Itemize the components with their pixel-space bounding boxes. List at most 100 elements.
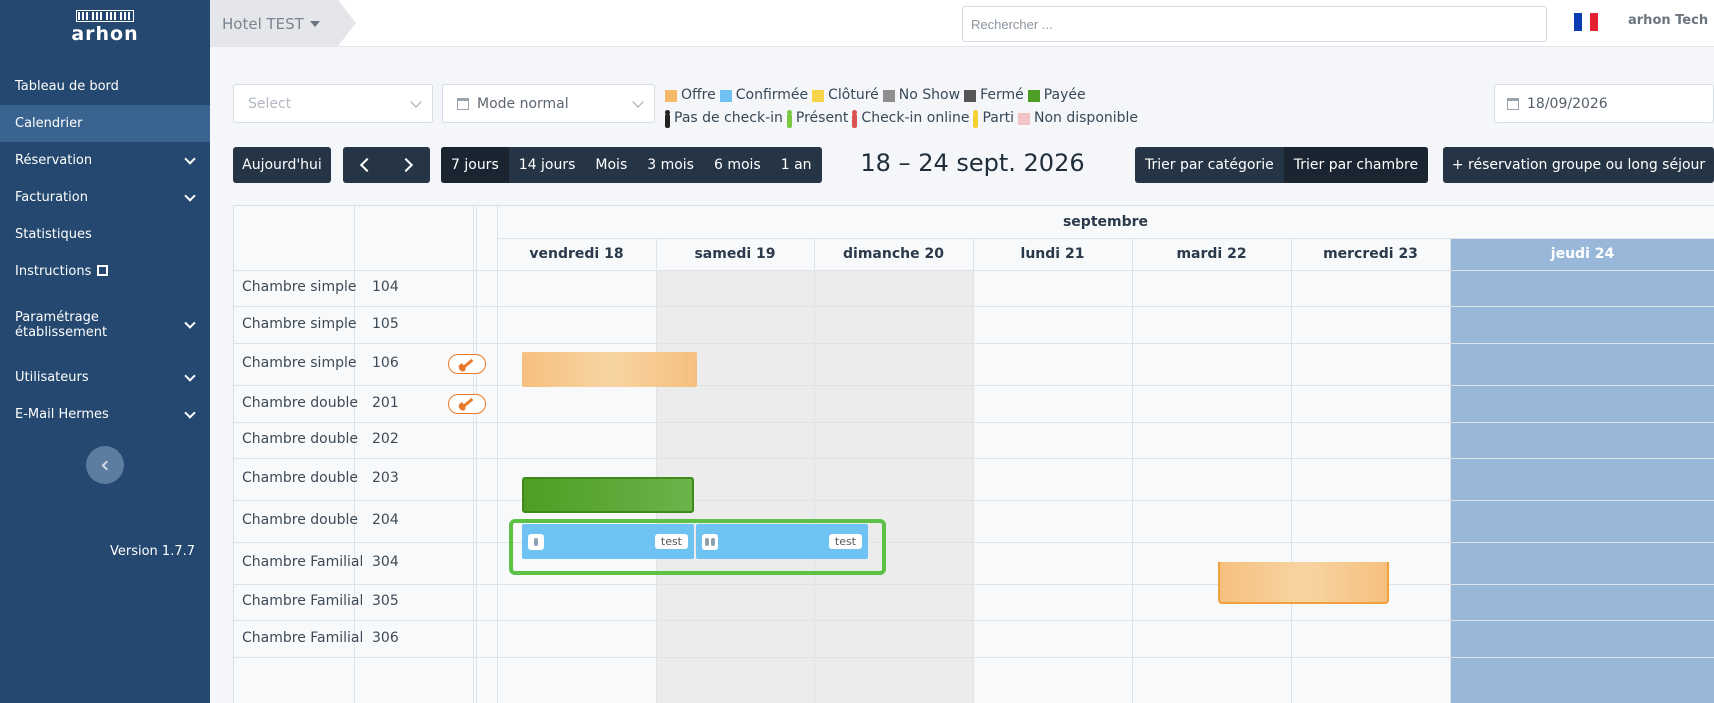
room-number[interactable]: 105 [372, 316, 399, 332]
legend-swatch [719, 89, 732, 102]
sidebar-item-settings[interactable]: Paramétrage établissement [0, 306, 210, 343]
sidebar-item-billing[interactable]: Facturation [0, 179, 210, 216]
legend-item: Payée [1027, 84, 1086, 107]
caret-down-icon [309, 20, 320, 27]
day-header[interactable]: vendredi 18 [497, 238, 656, 270]
logo-text: arhon [71, 22, 139, 45]
person-icon [973, 109, 979, 128]
day-header[interactable]: samedi 19 [656, 238, 814, 270]
legend-swatch [882, 89, 895, 102]
view-3-months[interactable]: 3 mois [637, 147, 704, 183]
search-input[interactable] [962, 6, 1547, 42]
broom-icon [460, 397, 474, 410]
room-category[interactable]: Chambre simple [242, 279, 362, 295]
prev-button[interactable] [343, 147, 386, 183]
logo[interactable]: arhon [0, 0, 210, 48]
room-category[interactable]: Chambre double [242, 395, 362, 411]
legend-item: Clôturé [812, 84, 879, 107]
cleaning-icon[interactable] [448, 393, 486, 414]
chevron-down-icon [632, 96, 644, 108]
booking-offer[interactable] [522, 352, 697, 387]
room-number[interactable]: 203 [372, 470, 399, 486]
day-header[interactable]: dimanche 20 [814, 238, 973, 270]
booking-tag: test [654, 534, 688, 549]
next-button[interactable] [386, 147, 430, 183]
legend-label: Non disponible [1034, 110, 1139, 126]
today-column [1450, 270, 1714, 703]
legend-label: Payée [1043, 87, 1086, 103]
grid-line [234, 385, 1714, 386]
sidebar-item-statistics[interactable]: Statistiques [0, 216, 210, 253]
chevron-left-icon [101, 460, 112, 470]
topbar: Hotel TEST arhon Tech [210, 0, 1714, 47]
room-number[interactable]: 305 [372, 593, 399, 609]
day-header[interactable]: jeudi 24 [1450, 238, 1714, 270]
room-number[interactable]: 104 [372, 279, 399, 295]
legend-swatch [1018, 112, 1030, 125]
booking-offer[interactable] [1218, 562, 1389, 604]
booking-confirmed[interactable]: test [696, 524, 868, 559]
chevron-left-icon [359, 157, 374, 173]
day-header[interactable]: lundi 21 [973, 238, 1132, 270]
mode-dropdown[interactable]: Mode normal [442, 84, 655, 123]
hotel-selector[interactable]: Hotel TEST [210, 0, 356, 47]
view-7-days[interactable]: 7 jours [441, 147, 509, 183]
date-range-title: 18 – 24 sept. 2026 [860, 149, 1085, 177]
sidebar: arhon Tableau de bord Calendrier Réserva… [0, 0, 210, 703]
room-category[interactable]: Chambre double [242, 470, 362, 486]
sidebar-item-calendar[interactable]: Calendrier [0, 105, 210, 142]
room-number[interactable]: 106 [372, 355, 399, 371]
select-dropdown[interactable]: Select [233, 84, 433, 123]
broom-icon [460, 358, 474, 370]
collapse-sidebar-button[interactable] [86, 446, 124, 484]
booking-confirmed[interactable]: test [522, 524, 694, 559]
legend-checkin-row: Pas de check-in Présent Check-in online Par… [665, 107, 1142, 130]
legend-swatch [812, 89, 825, 102]
room-category[interactable]: Chambre simple [242, 316, 362, 332]
sidebar-item-dashboard[interactable]: Tableau de bord [0, 68, 210, 105]
legend-item: No Show [882, 84, 960, 107]
grid-line [234, 422, 1714, 423]
room-category[interactable]: Chambre Familiale [242, 630, 362, 646]
room-category[interactable]: Chambre Familiale [242, 593, 362, 609]
day-header[interactable]: mercredi 23 [1291, 238, 1450, 270]
group-booking-button[interactable]: + réservation groupe ou long séjour [1443, 147, 1714, 183]
room-category[interactable]: Chambre double [242, 512, 362, 528]
room-number[interactable]: 304 [372, 554, 399, 570]
view-6-months[interactable]: 6 mois [704, 147, 771, 183]
room-category[interactable]: Chambre Familiale [242, 554, 362, 570]
sidebar-item-instructions[interactable]: Instructions [0, 253, 210, 290]
grid-line [497, 238, 1714, 239]
sort-switcher: Trier par catégorie Trier par chambre [1135, 147, 1429, 183]
room-number[interactable]: 306 [372, 630, 399, 646]
person-icon [702, 533, 718, 550]
room-category[interactable]: Chambre double [242, 431, 362, 447]
booking-paid[interactable] [522, 477, 694, 513]
chevron-down-icon [184, 369, 196, 382]
view-1-year[interactable]: 1 an [771, 147, 822, 183]
legend-label: Parti [982, 110, 1014, 126]
legend-item: Confirmée [719, 84, 808, 107]
date-picker[interactable]: 18/09/2026 [1494, 84, 1714, 123]
sidebar-item-email[interactable]: E-Mail Hermes [0, 396, 210, 433]
today-button[interactable]: Aujourd'hui [233, 147, 331, 183]
grid-line [814, 238, 815, 703]
sidebar-item-reservation[interactable]: Réservation [0, 142, 210, 179]
legend-label: Check-in online [861, 110, 970, 126]
sort-by-category-button[interactable]: Trier par catégorie [1135, 147, 1284, 183]
view-14-days[interactable]: 14 jours [509, 147, 586, 183]
day-header[interactable]: mardi 22 [1132, 238, 1291, 270]
legend-status-row: Offre Confirmée Clôturé No Show Fermé Payée [665, 84, 1142, 107]
room-number[interactable]: 201 [372, 395, 399, 411]
booking-tag: test [828, 534, 862, 549]
view-month[interactable]: Mois [585, 147, 637, 183]
room-number[interactable]: 202 [372, 431, 399, 447]
room-number[interactable]: 204 [372, 512, 399, 528]
user-menu[interactable]: arhon Tech [1628, 13, 1708, 28]
flag-fr-icon[interactable] [1574, 13, 1598, 31]
sort-by-room-button[interactable]: Trier par chambre [1283, 147, 1429, 183]
sidebar-item-users[interactable]: Utilisateurs [0, 359, 210, 396]
room-category[interactable]: Chambre simple [242, 355, 362, 371]
legend-item: Présent [786, 107, 848, 130]
cleaning-icon[interactable] [448, 354, 486, 374]
